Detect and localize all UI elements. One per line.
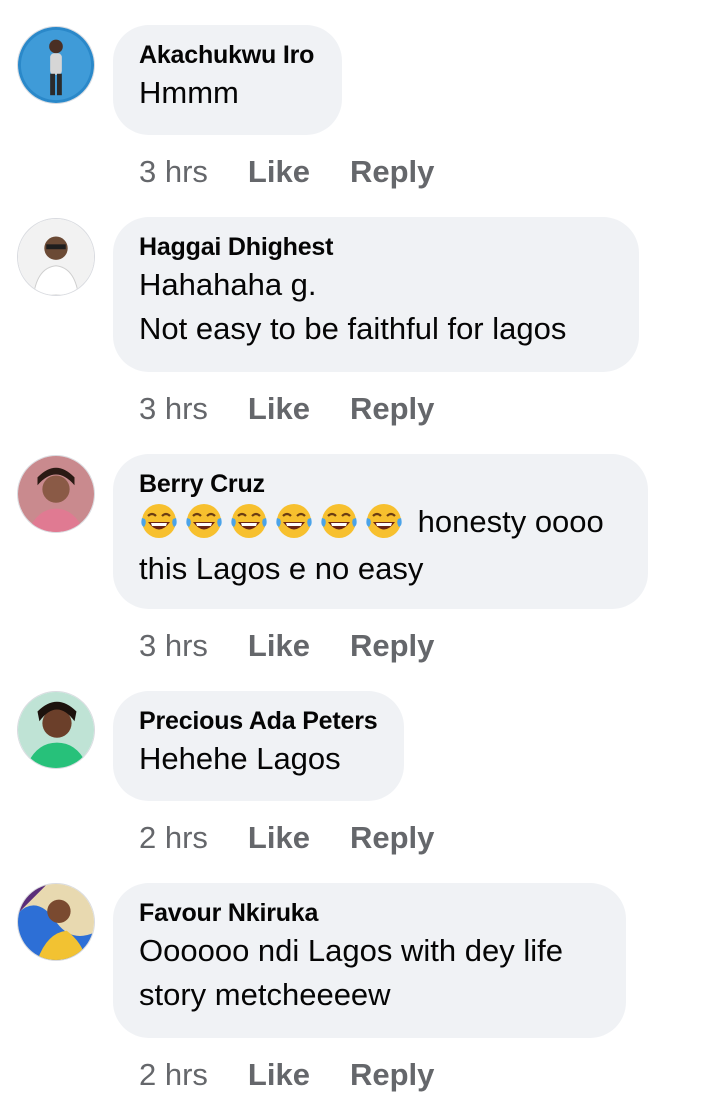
reply-button[interactable]: Reply <box>350 391 434 426</box>
like-button[interactable]: Like <box>248 391 310 426</box>
tears-of-joy-emoji-icon <box>319 501 359 541</box>
like-button[interactable]: Like <box>248 154 310 189</box>
comment-author[interactable]: Berry Cruz <box>139 468 622 500</box>
comment-actions: 3 hrs Like Reply <box>139 152 474 192</box>
comment-author[interactable]: Favour Nkiruka <box>139 897 600 929</box>
comment-actions: 2 hrs Like Reply <box>139 1055 474 1095</box>
comment-bubble: Favour Nkiruka Oooooo ndi Lagos with dey… <box>113 883 626 1038</box>
comment-actions: 3 hrs Like Reply <box>139 626 474 666</box>
comment-bubble: Berry Cruz honesty oooo this Lagos e no … <box>113 454 648 609</box>
comment-timestamp[interactable]: 3 hrs <box>139 154 208 189</box>
comment-text: Hahahaha g. <box>139 267 317 302</box>
comment-actions: 3 hrs Like Reply <box>139 389 474 429</box>
avatar[interactable] <box>17 883 95 961</box>
tears-of-joy-emoji-icon <box>184 501 224 541</box>
reply-button[interactable]: Reply <box>350 628 434 663</box>
tears-of-joy-emoji-icon <box>274 501 314 541</box>
comment-timestamp[interactable]: 2 hrs <box>139 1057 208 1092</box>
comment-timestamp[interactable]: 3 hrs <box>139 628 208 663</box>
tears-of-joy-emoji-icon <box>364 501 404 541</box>
reply-button[interactable]: Reply <box>350 154 434 189</box>
comment-bubble: Haggai Dhighest Hahahaha g. Not easy to … <box>113 217 639 372</box>
comment-timestamp[interactable]: 2 hrs <box>139 820 208 855</box>
comment-text: Oooooo ndi Lagos with dey life <box>139 933 563 968</box>
tears-of-joy-emoji-icon <box>229 501 269 541</box>
like-button[interactable]: Like <box>248 1057 310 1092</box>
avatar[interactable] <box>17 218 95 296</box>
comment-author[interactable]: Akachukwu Iro <box>139 39 316 71</box>
avatar[interactable] <box>17 26 95 104</box>
comment-text-fragment: honesty oooo <box>417 504 604 539</box>
comment-timestamp[interactable]: 3 hrs <box>139 391 208 426</box>
comment-bubble: Akachukwu Iro Hmmm <box>113 25 342 135</box>
emoji-group <box>139 501 409 547</box>
avatar[interactable] <box>17 691 95 769</box>
comment-text: Hmmm <box>139 75 239 110</box>
comment-text: Hehehe Lagos <box>139 741 341 776</box>
comment-text: Not easy to be faithful for lagos <box>139 311 567 346</box>
avatar[interactable] <box>17 455 95 533</box>
reply-button[interactable]: Reply <box>350 820 434 855</box>
comment-text: story metcheeeew <box>139 977 391 1012</box>
reply-button[interactable]: Reply <box>350 1057 434 1092</box>
comment-bubble: Precious Ada Peters Hehehe Lagos <box>113 691 404 801</box>
tears-of-joy-emoji-icon <box>139 501 179 541</box>
comment-text: this Lagos e no easy <box>139 550 424 586</box>
comment-author[interactable]: Haggai Dhighest <box>139 231 613 263</box>
comment-author[interactable]: Precious Ada Peters <box>139 705 378 737</box>
comment-actions: 2 hrs Like Reply <box>139 818 474 858</box>
like-button[interactable]: Like <box>248 820 310 855</box>
comment-text: honesty oooo <box>139 500 622 547</box>
like-button[interactable]: Like <box>248 628 310 663</box>
